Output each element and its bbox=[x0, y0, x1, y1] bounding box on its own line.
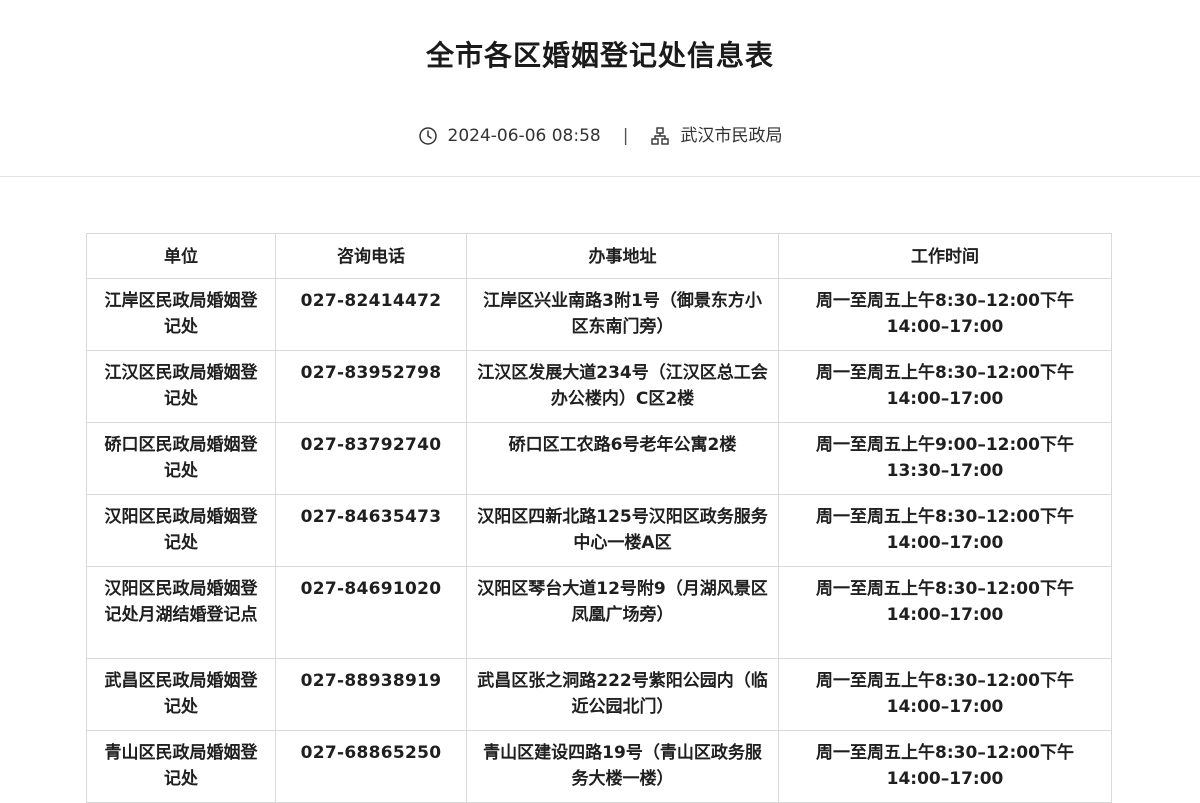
cell-hours: 周一至周五上午9:00–12:00下午13:30–17:00 bbox=[778, 422, 1112, 495]
meta-separator: | bbox=[622, 126, 629, 146]
cell-unit: 江岸区民政局婚姻登记处 bbox=[86, 278, 276, 351]
cell-address: 青山区建设四路19号（青山区政务服务大楼一楼） bbox=[466, 730, 779, 803]
cell-address: 汉阳区琴台大道12号附9（月湖风景区凤凰广场旁） bbox=[466, 566, 779, 659]
cell-hours: 周一至周五上午8:30–12:00下午14:00–17:00 bbox=[778, 350, 1112, 423]
column-header-hours: 工作时间 bbox=[778, 233, 1112, 279]
cell-hours: 周一至周五上午8:30–12:00下午14:00–17:00 bbox=[778, 494, 1112, 567]
cell-phone: 027-82414472 bbox=[275, 278, 467, 351]
cell-address: 武昌区张之洞路222号紫阳公园内（临近公园北门） bbox=[466, 658, 779, 731]
cell-address: 江岸区兴业南路3附1号（御景东方小区东南门旁） bbox=[466, 278, 779, 351]
column-header-unit: 单位 bbox=[86, 233, 276, 279]
cell-unit: 汉阳区民政局婚姻登记处月湖结婚登记点 bbox=[86, 566, 276, 659]
clock-icon bbox=[418, 126, 438, 146]
cell-phone: 027-83792740 bbox=[275, 422, 467, 495]
cell-phone: 027-84635473 bbox=[275, 494, 467, 567]
table-row: 江岸区民政局婚姻登记处 027-82414472 江岸区兴业南路3附1号（御景东… bbox=[86, 278, 1112, 351]
table-row: 硚口区民政局婚姻登记处 027-83792740 硚口区工农路6号老年公寓2楼 … bbox=[86, 422, 1112, 495]
cell-address: 硚口区工农路6号老年公寓2楼 bbox=[466, 422, 779, 495]
table-row: 江汉区民政局婚姻登记处 027-83952798 江汉区发展大道234号（江汉区… bbox=[86, 350, 1112, 423]
column-header-address: 办事地址 bbox=[466, 233, 779, 279]
cell-hours: 周一至周五上午8:30–12:00下午14:00–17:00 bbox=[778, 730, 1112, 803]
cell-unit: 汉阳区民政局婚姻登记处 bbox=[86, 494, 276, 567]
cell-address: 江汉区发展大道234号（江汉区总工会办公楼内）C区2楼 bbox=[466, 350, 779, 423]
publish-datetime: 2024-06-06 08:58 bbox=[447, 126, 601, 146]
table-row: 汉阳区民政局婚姻登记处 027-84635473 汉阳区四新北路125号汉阳区政… bbox=[86, 494, 1112, 567]
header-divider bbox=[0, 176, 1200, 177]
cell-phone: 027-84691020 bbox=[275, 566, 467, 659]
cell-hours: 周一至周五上午8:30–12:00下午14:00–17:00 bbox=[778, 566, 1112, 659]
registry-table: 单位 咨询电话 办事地址 工作时间 江岸区民政局婚姻登记处 027-824144… bbox=[86, 233, 1112, 803]
page-title: 全市各区婚姻登记处信息表 bbox=[425, 39, 774, 72]
cell-unit: 硚口区民政局婚姻登记处 bbox=[86, 422, 276, 495]
cell-address: 汉阳区四新北路125号汉阳区政务服务中心一楼A区 bbox=[466, 494, 779, 567]
cell-unit: 江汉区民政局婚姻登记处 bbox=[86, 350, 276, 423]
cell-hours: 周一至周五上午8:30–12:00下午14:00–17:00 bbox=[778, 278, 1112, 351]
cell-phone: 027-68865250 bbox=[275, 730, 467, 803]
column-header-phone: 咨询电话 bbox=[275, 233, 467, 279]
cell-unit: 青山区民政局婚姻登记处 bbox=[86, 730, 276, 803]
cell-phone: 027-88938919 bbox=[275, 658, 467, 731]
table-header-row: 单位 咨询电话 办事地址 工作时间 bbox=[86, 233, 1112, 279]
cell-phone: 027-83952798 bbox=[275, 350, 467, 423]
cell-unit: 武昌区民政局婚姻登记处 bbox=[86, 658, 276, 731]
table-row: 汉阳区民政局婚姻登记处月湖结婚登记点 027-84691020 汉阳区琴台大道1… bbox=[86, 566, 1112, 659]
article-meta: 2024-06-06 08:58 | 武汉市民政局 bbox=[0, 124, 1200, 148]
table-row: 青山区民政局婚姻登记处 027-68865250 青山区建设四路19号（青山区政… bbox=[86, 730, 1112, 803]
table-row: 武昌区民政局婚姻登记处 027-88938919 武昌区张之洞路222号紫阳公园… bbox=[86, 658, 1112, 731]
org-chart-icon bbox=[650, 126, 670, 146]
publisher: 武汉市民政局 bbox=[680, 126, 783, 146]
cell-hours: 周一至周五上午8:30–12:00下午14:00–17:00 bbox=[778, 658, 1112, 731]
